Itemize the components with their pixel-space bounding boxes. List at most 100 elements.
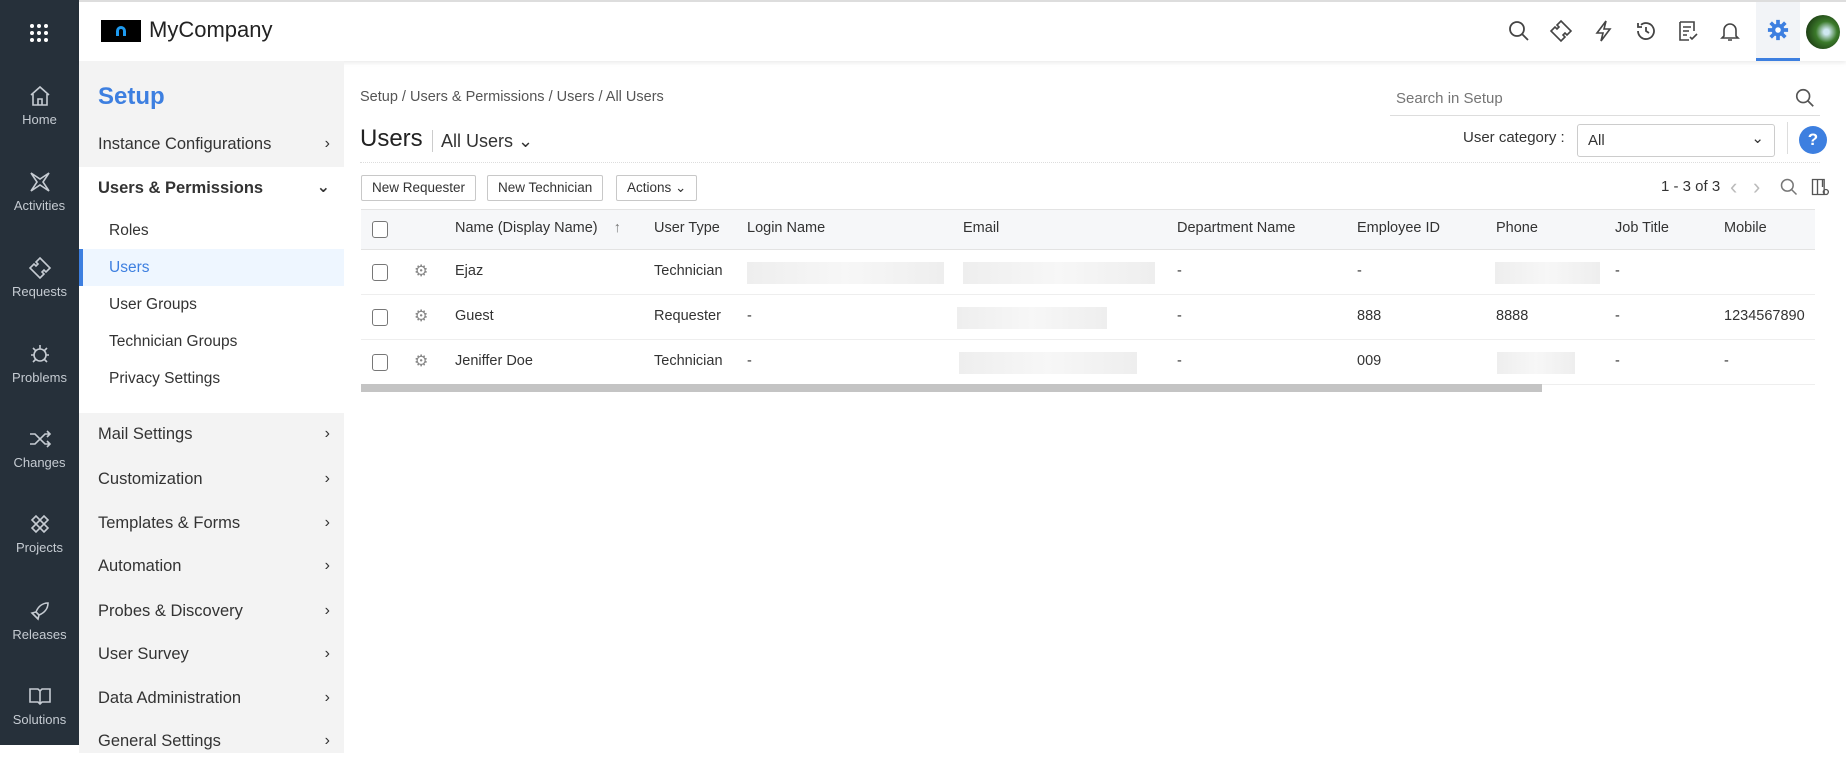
setup-sidebar: Setup Instance Configurations › Users & P… [79, 61, 344, 753]
column-header-mobile[interactable]: Mobile [1724, 220, 1767, 236]
rail-label: Changes [13, 455, 66, 470]
rail-solutions[interactable]: Solutions [0, 684, 79, 727]
sidebar-item-general-settings[interactable]: General Settings › [79, 720, 344, 762]
column-header-name[interactable]: Name (Display Name) ↑ [455, 220, 621, 236]
bell-icon[interactable] [1718, 19, 1742, 43]
sidebar-item-instance-configurations[interactable]: Instance Configurations › [79, 123, 344, 165]
help-button[interactable]: ? [1799, 126, 1827, 154]
column-header-department[interactable]: Department Name [1177, 220, 1295, 236]
row-checkbox[interactable] [372, 354, 388, 371]
column-settings-icon[interactable] [1810, 177, 1830, 197]
cell-name[interactable]: Ejaz [455, 263, 483, 279]
sidebar-item-user-survey[interactable]: User Survey › [79, 633, 344, 675]
new-technician-button[interactable]: New Technician [487, 175, 604, 201]
cell-job: - [1615, 263, 1620, 279]
history-icon[interactable] [1634, 19, 1658, 43]
sidebar-item-technician-groups[interactable]: Technician Groups [79, 323, 344, 360]
sidebar-item-label: Templates & Forms [98, 514, 241, 532]
sidebar-item-label: Data Administration [98, 689, 242, 707]
cell-name[interactable]: Jeniffer Doe [455, 353, 533, 369]
rail-label: Releases [12, 627, 67, 642]
sidebar-item-user-groups[interactable]: User Groups [79, 286, 344, 323]
rail-activities[interactable]: Activities [0, 170, 79, 213]
rail-projects[interactable]: Projects [0, 512, 79, 555]
redacted-field [963, 262, 1155, 284]
sidebar-item-customization[interactable]: Customization › [79, 458, 344, 500]
cell-login: - [747, 308, 752, 324]
cell-mobile: - [1724, 353, 1729, 369]
cell-name[interactable]: Guest [455, 308, 494, 324]
sidebar-item-users[interactable]: Users [79, 249, 344, 286]
row-checkbox[interactable] [372, 309, 388, 326]
app-grid-icon[interactable] [29, 23, 49, 47]
user-category-select[interactable]: All ⌄ [1577, 124, 1775, 157]
view-selector[interactable]: All Users ⌄ [441, 131, 533, 152]
table-search-icon[interactable] [1779, 177, 1799, 197]
company-name: MyCompany [149, 17, 273, 42]
sidebar-item-label: Users & Permissions [98, 179, 264, 197]
next-page-icon[interactable]: › [1753, 174, 1760, 200]
actions-button[interactable]: Actions ⌄ [616, 175, 698, 201]
rail-changes[interactable]: Changes [0, 427, 79, 470]
search-icon[interactable] [1794, 87, 1816, 109]
user-avatar[interactable] [1806, 15, 1840, 49]
rail-problems[interactable]: Problems [0, 342, 79, 385]
sidebar-item-users-permissions[interactable]: Users & Permissions ⌄ [79, 167, 344, 209]
sidebar-item-mail-settings[interactable]: Mail Settings › [79, 413, 344, 455]
sidebar-item-roles[interactable]: Roles [79, 212, 344, 249]
sidebar-item-automation[interactable]: Automation › [79, 545, 344, 587]
column-header-job-title[interactable]: Job Title [1615, 220, 1669, 236]
select-all-checkbox[interactable] [372, 221, 388, 238]
row-checkbox[interactable] [372, 264, 388, 281]
chevron-right-icon: › [324, 732, 330, 749]
horizontal-scrollbar[interactable] [361, 384, 1542, 392]
rail-releases[interactable]: Releases [0, 599, 79, 642]
sidebar-item-data-administration[interactable]: Data Administration › [79, 677, 344, 719]
company-logo [101, 20, 141, 42]
breadcrumb: Setup / Users & Permissions / Users / Al… [360, 89, 664, 105]
cell-type: Requester [654, 308, 721, 324]
view-label: All Users [441, 131, 514, 151]
row-settings-gear-icon[interactable]: ⚙ [414, 261, 428, 281]
lightning-icon[interactable] [1592, 19, 1616, 43]
rail-requests[interactable]: Requests [0, 256, 79, 299]
sidebar-item-label: Mail Settings [98, 425, 193, 443]
new-requester-button[interactable]: New Requester [361, 175, 477, 201]
sidebar-item-templates-forms[interactable]: Templates & Forms › [79, 502, 344, 544]
redacted-field [1495, 262, 1600, 284]
sidebar-item-label: Automation [98, 557, 182, 575]
column-header-login-name[interactable]: Login Name [747, 220, 825, 236]
sidebar-item-probes-discovery[interactable]: Probes & Discovery › [79, 590, 344, 632]
chevron-down-icon: ⌄ [1751, 130, 1764, 147]
cell-phone: 8888 [1496, 308, 1529, 324]
checklist-icon[interactable] [1676, 19, 1700, 43]
chevron-right-icon: › [324, 425, 330, 442]
sidebar-item-label: Instance Configurations [98, 135, 272, 153]
column-header-email[interactable]: Email [963, 220, 999, 236]
sidebar-item-label: User Survey [98, 645, 189, 663]
cell-empid: - [1357, 263, 1362, 279]
setup-tab[interactable] [1756, 2, 1800, 61]
search-icon[interactable] [1507, 19, 1531, 43]
activities-icon [29, 172, 50, 192]
chevron-down-icon: ⌄ [316, 179, 330, 196]
column-label: Name (Display Name) [455, 220, 598, 236]
divider [360, 162, 1820, 163]
prev-page-icon[interactable]: ‹ [1730, 174, 1737, 200]
rocket-icon [29, 602, 49, 621]
rail-home[interactable]: Home [0, 84, 79, 127]
top-bar: MyCompany [79, 0, 1846, 61]
chevron-right-icon: › [324, 557, 330, 574]
column-header-employee-id[interactable]: Employee ID [1357, 220, 1440, 236]
column-header-user-type[interactable]: User Type [654, 220, 720, 236]
cell-dept: - [1177, 308, 1182, 324]
setup-search[interactable] [1390, 84, 1820, 116]
sidebar-item-privacy-settings[interactable]: Privacy Settings [79, 360, 344, 397]
row-settings-gear-icon[interactable]: ⚙ [414, 306, 428, 326]
row-settings-gear-icon[interactable]: ⚙ [414, 351, 428, 371]
select-value: All [1588, 132, 1605, 149]
new-ticket-icon[interactable] [1549, 19, 1573, 43]
column-header-phone[interactable]: Phone [1496, 220, 1538, 236]
sort-ascending-icon: ↑ [613, 220, 621, 236]
setup-search-input[interactable] [1390, 84, 1770, 112]
